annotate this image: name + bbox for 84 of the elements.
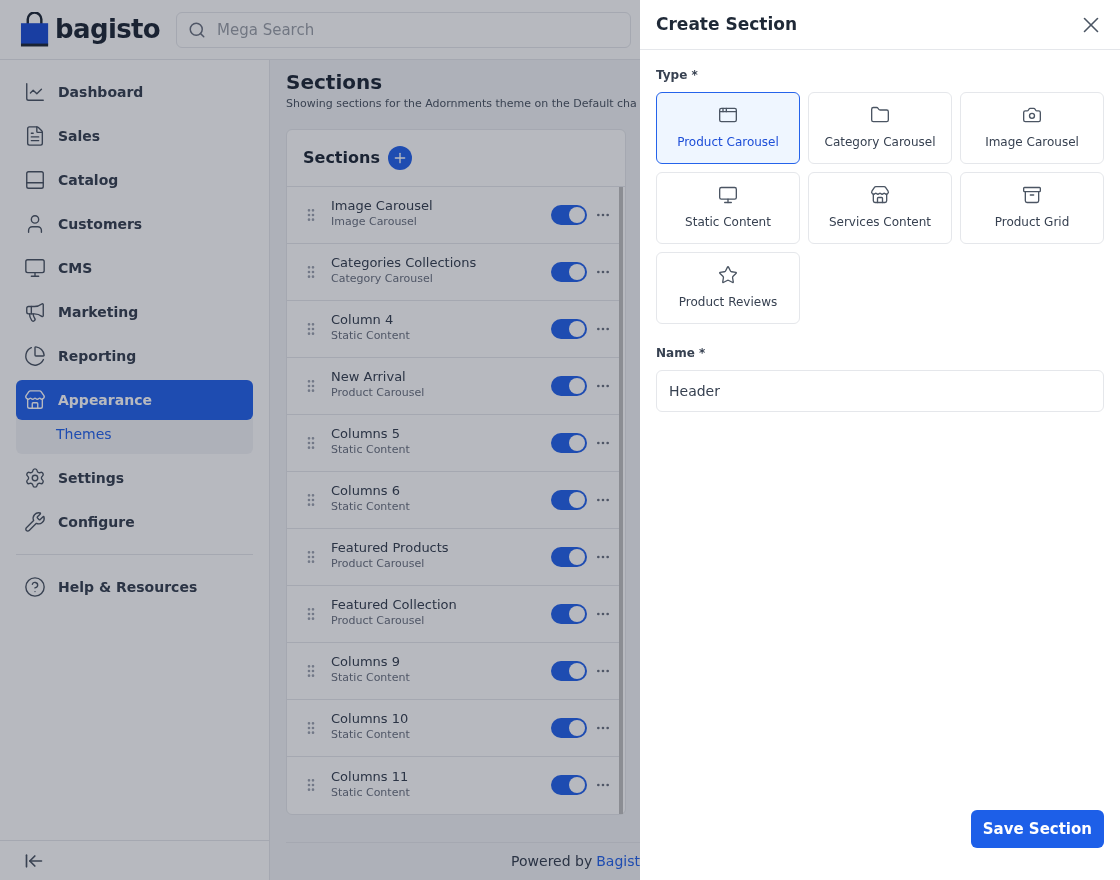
section-name: New Arrival bbox=[331, 369, 407, 386]
toggle-switch[interactable] bbox=[551, 717, 587, 738]
toggle-switch[interactable] bbox=[551, 261, 587, 282]
save-button[interactable]: Save Section bbox=[970, 810, 1104, 848]
nav-item[interactable]: Marketing bbox=[16, 292, 253, 332]
chart-icon bbox=[24, 81, 46, 103]
section-type: Product Carousel bbox=[331, 613, 426, 630]
toggle-switch[interactable] bbox=[551, 775, 587, 795]
section-name: Featured Products bbox=[331, 540, 450, 557]
type-option[interactable]: Product Carousel bbox=[656, 92, 800, 164]
toggle-switch[interactable] bbox=[551, 204, 587, 225]
page-title: Sections bbox=[286, 69, 383, 96]
toggle-switch[interactable] bbox=[551, 489, 587, 510]
nav-item[interactable]: Configure bbox=[16, 502, 253, 542]
section-type: Static Content bbox=[331, 499, 411, 516]
star-icon bbox=[718, 265, 738, 285]
section-name: Columns 11 bbox=[331, 768, 410, 785]
section-name: Columns 9 bbox=[331, 654, 401, 671]
drawer-title: Create Section bbox=[656, 12, 798, 36]
section-name: Column 4 bbox=[331, 312, 395, 329]
section-name: Columns 5 bbox=[331, 426, 401, 443]
toggle-switch[interactable] bbox=[551, 318, 587, 339]
section-type: Static Content bbox=[331, 328, 411, 345]
nav-item[interactable]: Dashboard bbox=[16, 72, 253, 112]
archive-icon bbox=[1022, 185, 1042, 205]
footer-text: Powered by bbox=[511, 852, 593, 871]
camera-icon bbox=[1022, 105, 1042, 125]
type-label: Type * bbox=[656, 67, 699, 84]
shopping-bag-icon bbox=[20, 11, 50, 48]
monitor-icon bbox=[24, 257, 46, 279]
nav-item[interactable]: CMS bbox=[16, 248, 253, 288]
nav-item[interactable]: Sales bbox=[16, 116, 253, 156]
nav-item[interactable]: Help & Resources bbox=[16, 567, 253, 607]
toggle-switch[interactable] bbox=[551, 546, 587, 567]
section-name: Categories Collections bbox=[331, 255, 478, 272]
toggle-switch[interactable] bbox=[551, 432, 587, 453]
type-option[interactable]: Product Grid bbox=[960, 172, 1104, 244]
section-type: Static Content bbox=[331, 727, 411, 744]
settings-icon bbox=[24, 467, 46, 489]
section-type: Static Content bbox=[331, 670, 411, 687]
store-icon bbox=[24, 389, 46, 411]
nav-subitem[interactable]: Themes bbox=[16, 420, 253, 448]
type-option[interactable]: Category Carousel bbox=[808, 92, 952, 164]
section-name: Columns 10 bbox=[331, 711, 410, 728]
section-name: Image Carousel bbox=[331, 198, 434, 215]
page-description: Showing sections for the Adornments theme on the Default cha bbox=[286, 96, 638, 112]
card-title: Sections bbox=[303, 146, 380, 169]
section-type: Product Carousel bbox=[331, 556, 426, 573]
type-option[interactable]: Image Carousel bbox=[960, 92, 1104, 164]
folder-icon bbox=[870, 105, 890, 125]
search-icon bbox=[188, 20, 206, 39]
nav-item[interactable]: Catalog bbox=[16, 160, 253, 200]
search-field[interactable]: Mega Search bbox=[176, 11, 631, 48]
store-icon bbox=[870, 185, 890, 205]
logo-text: bagisto bbox=[55, 13, 160, 46]
section-type: Product Carousel bbox=[331, 385, 426, 402]
document-icon bbox=[24, 125, 46, 147]
section-type: Static Content bbox=[331, 442, 411, 459]
toggle-switch[interactable] bbox=[551, 375, 587, 396]
name-label: Name * bbox=[656, 345, 707, 362]
monitor-icon bbox=[718, 185, 738, 205]
footer-link[interactable]: Bagist bbox=[596, 851, 640, 872]
pie-chart-icon bbox=[24, 345, 46, 367]
window-icon bbox=[718, 105, 738, 125]
add-button[interactable] bbox=[387, 145, 412, 170]
type-option[interactable]: Product Reviews bbox=[656, 252, 800, 324]
nav-item[interactable]: Appearance bbox=[16, 380, 253, 420]
type-option[interactable]: Services Content bbox=[808, 172, 952, 244]
nav-item[interactable]: Reporting bbox=[16, 336, 253, 376]
megaphone-icon bbox=[24, 301, 46, 323]
nav-item[interactable]: Settings bbox=[16, 458, 253, 498]
section-type: Image Carousel bbox=[331, 214, 418, 231]
section-name: Columns 6 bbox=[331, 483, 401, 500]
panel-icon bbox=[24, 169, 46, 191]
toggle-switch[interactable] bbox=[551, 660, 587, 681]
nav-item[interactable]: Customers bbox=[16, 204, 253, 244]
wrench-icon bbox=[24, 511, 46, 533]
section-type: Static Content bbox=[331, 784, 411, 801]
help-icon bbox=[24, 576, 46, 598]
toggle-switch[interactable] bbox=[551, 603, 587, 624]
section-type: Category Carousel bbox=[331, 271, 434, 288]
name-field[interactable]: Header bbox=[656, 370, 1104, 412]
section-name: Featured Collection bbox=[331, 597, 458, 614]
type-option[interactable]: Static Content bbox=[656, 172, 800, 244]
